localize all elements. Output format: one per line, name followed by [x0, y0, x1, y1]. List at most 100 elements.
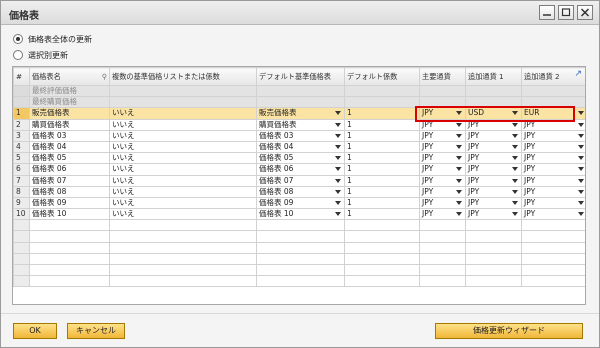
row-number[interactable]: 6	[13, 163, 30, 176]
price-list-name-cell[interactable]: 価格表 04	[29, 140, 110, 154]
table-row[interactable]: 9 価格表 09 いいえ 価格表 09 1 JPY JPY JPY	[13, 196, 585, 210]
factor-cell[interactable]: 1	[344, 107, 420, 120]
factor-cell[interactable]: 1	[344, 129, 420, 142]
row-number[interactable]: 9	[13, 196, 30, 210]
multi-base-cell[interactable]: いいえ	[109, 118, 257, 131]
multi-base-cell[interactable]: いいえ	[109, 107, 257, 120]
price-list-name-cell[interactable]: 価格表 09	[29, 196, 110, 210]
row-number[interactable]: 10	[13, 208, 30, 221]
additional-currency-2-dropdown[interactable]: JPY	[521, 185, 585, 198]
base-price-list-dropdown[interactable]: 価格表 09	[256, 196, 345, 210]
col-header-multi[interactable]: 複数の基準価格リストまたは係数	[109, 67, 257, 86]
radio-update-selected[interactable]: 選択別更新	[13, 47, 92, 63]
empty-row[interactable]	[13, 241, 585, 254]
additional-currency-2-dropdown[interactable]: JPY	[521, 152, 585, 165]
table-row[interactable]: 8 価格表 08 いいえ 価格表 08 1 JPY JPY JPY	[13, 185, 585, 198]
factor-cell[interactable]: 1	[344, 185, 420, 198]
empty-row[interactable]	[13, 263, 585, 277]
factor-cell[interactable]: 1	[344, 196, 420, 210]
table-row[interactable]: 4 価格表 04 いいえ 価格表 04 1 JPY JPY JPY	[13, 140, 585, 154]
price-list-name-cell[interactable]: 購買価格表	[29, 118, 110, 131]
multi-base-cell[interactable]: いいえ	[109, 208, 257, 221]
multi-base-cell[interactable]: いいえ	[109, 185, 257, 198]
table-row[interactable]: 5 価格表 05 いいえ 価格表 05 1 JPY JPY JPY	[13, 152, 585, 165]
additional-currency-2-dropdown[interactable]: JPY	[521, 163, 585, 176]
base-price-list-dropdown[interactable]: 価格表 10	[256, 208, 345, 221]
additional-currency-1-dropdown[interactable]: JPY	[465, 140, 522, 154]
primary-currency-dropdown[interactable]: JPY	[419, 152, 466, 165]
maximize-icon[interactable]	[558, 5, 574, 20]
base-price-list-dropdown[interactable]: 価格表 03	[256, 129, 345, 142]
primary-currency-dropdown[interactable]: JPY	[419, 140, 466, 154]
row-number[interactable]: 7	[13, 174, 30, 187]
base-price-list-dropdown[interactable]: 販売価格表	[256, 107, 345, 120]
primary-currency-dropdown[interactable]: JPY	[419, 163, 466, 176]
expand-arrow-icon[interactable]: ↗	[574, 69, 582, 79]
additional-currency-2-dropdown[interactable]: JPY	[521, 140, 585, 154]
additional-currency-1-dropdown[interactable]: JPY	[465, 163, 522, 176]
factor-cell[interactable]: 1	[344, 140, 420, 154]
multi-base-cell[interactable]: いいえ	[109, 129, 257, 142]
factor-cell[interactable]: 1	[344, 208, 420, 221]
factor-cell[interactable]: 1	[344, 152, 420, 165]
minimize-icon[interactable]	[539, 5, 555, 20]
table-row[interactable]: 3 価格表 03 いいえ 価格表 03 1 JPY JPY JPY	[13, 129, 585, 142]
cancel-button[interactable]: キャンセル	[67, 323, 125, 339]
primary-currency-dropdown[interactable]: JPY	[419, 185, 466, 198]
empty-row[interactable]	[13, 275, 585, 288]
row-number[interactable]: 3	[13, 129, 30, 142]
table-row[interactable]: 7 価格表 07 いいえ 価格表 07 1 JPY JPY JPY	[13, 174, 585, 187]
additional-currency-1-dropdown[interactable]: JPY	[465, 174, 522, 187]
base-price-list-dropdown[interactable]: 価格表 05	[256, 152, 345, 165]
additional-currency-2-dropdown[interactable]: JPY	[521, 196, 585, 210]
base-price-list-dropdown[interactable]: 価格表 06	[256, 163, 345, 176]
radio-update-all[interactable]: 価格表全体の更新	[13, 31, 92, 47]
multi-base-cell[interactable]: いいえ	[109, 152, 257, 165]
base-price-list-dropdown[interactable]: 購買価格表	[256, 118, 345, 131]
col-header-primary-currency[interactable]: 主要通貨	[419, 67, 466, 86]
col-header-factor[interactable]: デフォルト係数	[344, 67, 420, 86]
col-header-name[interactable]: 価格表名 ⚲	[29, 67, 110, 86]
multi-base-cell[interactable]: いいえ	[109, 196, 257, 210]
row-number[interactable]: 1	[13, 107, 30, 120]
row-number[interactable]: 5	[13, 152, 30, 165]
additional-currency-1-dropdown[interactable]: JPY	[465, 152, 522, 165]
empty-row[interactable]	[13, 230, 585, 243]
multi-base-cell[interactable]: いいえ	[109, 163, 257, 176]
col-header-additional-currency-1[interactable]: 追加通貨 1	[465, 67, 522, 86]
empty-row[interactable]	[13, 219, 585, 232]
primary-currency-dropdown[interactable]: JPY	[419, 174, 466, 187]
table-row[interactable]: 10 価格表 10 いいえ 価格表 10 1 JPY JPY JPY	[13, 208, 585, 221]
primary-currency-dropdown[interactable]: JPY	[419, 129, 466, 142]
radio-button-checked[interactable]	[13, 34, 23, 44]
additional-currency-2-dropdown[interactable]: JPY	[521, 129, 585, 142]
row-number[interactable]: 4	[13, 140, 30, 154]
row-number[interactable]: 8	[13, 185, 30, 198]
additional-currency-1-dropdown[interactable]: JPY	[465, 129, 522, 142]
base-price-list-dropdown[interactable]: 価格表 08	[256, 185, 345, 198]
multi-base-cell[interactable]: いいえ	[109, 174, 257, 187]
price-list-name-cell[interactable]: 価格表 10	[29, 208, 110, 221]
price-list-name-cell[interactable]: 価格表 08	[29, 185, 110, 198]
additional-currency-1-dropdown[interactable]: JPY	[465, 208, 522, 221]
col-header-base[interactable]: デフォルト基準価格表	[256, 67, 345, 86]
price-list-name-cell[interactable]: 価格表 05	[29, 152, 110, 165]
price-list-name-cell[interactable]: 価格表 06	[29, 163, 110, 176]
empty-row[interactable]	[13, 252, 585, 266]
price-list-name-cell[interactable]: 価格表 07	[29, 174, 110, 187]
col-header-number[interactable]: #	[13, 67, 30, 86]
base-price-list-dropdown[interactable]: 価格表 04	[256, 140, 345, 154]
close-icon[interactable]	[577, 5, 593, 20]
table-row[interactable]: 6 価格表 06 いいえ 価格表 06 1 JPY JPY JPY	[13, 163, 585, 176]
radio-button[interactable]	[13, 50, 23, 60]
row-number[interactable]: 2	[13, 118, 30, 131]
multi-base-cell[interactable]: いいえ	[109, 140, 257, 154]
additional-currency-2-dropdown[interactable]: JPY	[521, 174, 585, 187]
price-list-name-cell[interactable]: 価格表 03	[29, 129, 110, 142]
ok-button[interactable]: OK	[13, 323, 57, 339]
factor-cell[interactable]: 1	[344, 118, 420, 131]
price-list-name-cell[interactable]: 販売価格表	[29, 107, 110, 120]
primary-currency-dropdown[interactable]: JPY	[419, 196, 466, 210]
additional-currency-1-dropdown[interactable]: JPY	[465, 196, 522, 210]
price-update-wizard-button[interactable]: 価格更新ウィザード	[435, 323, 583, 339]
